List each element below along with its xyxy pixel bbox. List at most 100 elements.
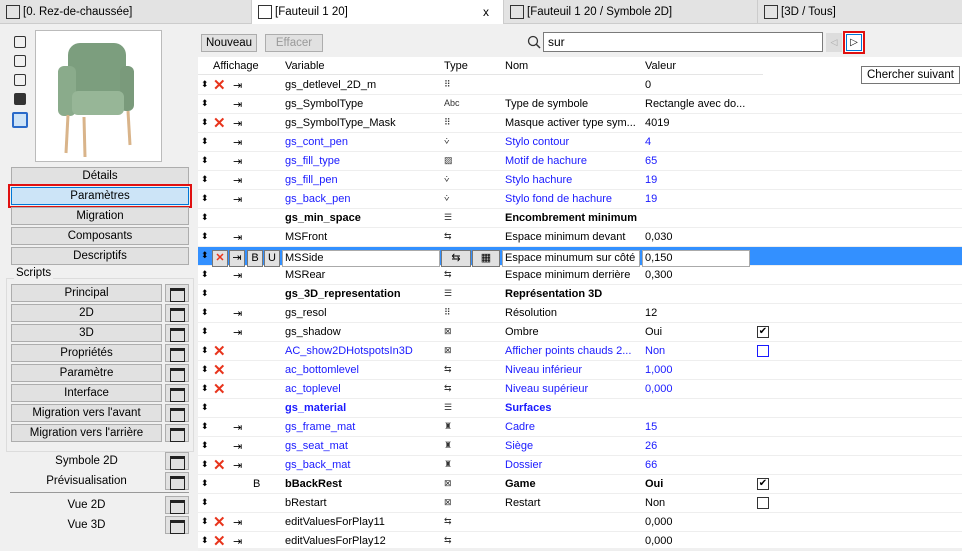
delete-button[interactable]: Effacer [265,34,323,52]
type-length-icon[interactable]: ⇆ [444,516,452,527]
parameter-value[interactable]: 0,300 [645,269,673,281]
table-row[interactable]: ⬍ gs_material ☰ Surfaces [198,399,962,418]
script-button[interactable]: Prévisualisation [11,472,162,490]
reorder-arrows-icon[interactable]: ⬍ [201,497,209,508]
cube-icon[interactable] [14,93,26,105]
type-mat-icon[interactable]: ♜ [444,421,452,432]
parameter-value[interactable]: 19 [645,193,657,205]
parameter-value[interactable]: 4 [645,136,651,148]
table-row[interactable]: ⬍ bRestart ⊠ Restart Non [198,494,962,513]
tab-symbol-2d[interactable]: [Fauteuil 1 20 / Symbole 2D] [504,0,758,24]
reorder-arrows-icon[interactable]: ⬍ [201,459,209,470]
script-button[interactable]: Paramètre [11,364,162,382]
reorder-arrows-icon[interactable]: ⬍ [201,421,209,432]
indent-icon[interactable]: ⇥ [233,193,242,206]
parameter-value[interactable]: 0,000 [645,516,673,528]
script-button[interactable]: 3D [11,324,162,342]
hide-icon[interactable]: ✕ [213,342,226,360]
reorder-arrows-icon[interactable]: ⬍ [201,98,209,109]
reorder-arrows-icon[interactable]: ⬍ [201,326,209,337]
view-button[interactable]: Vue 2D [11,496,162,514]
table-row[interactable]: ⬍ ⇥ gs_resol ⠿ Résolution 12 [198,304,962,323]
open-window-button[interactable] [165,324,189,342]
table-row[interactable]: ⬍ ⇥ gs_fill_type ▨ Motif de hachure 65 [198,152,962,171]
reorder-arrows-icon[interactable]: ⬍ [201,440,209,451]
table-row[interactable]: ⬍ ✕ ⇥ B U MSSide ⇆ ▦ Espace minumum sur côté 0,15… [198,247,962,267]
type-title-icon[interactable]: ☰ [444,402,452,413]
open-window-button[interactable] [165,424,189,442]
table-row[interactable]: ⬍ ✕ ⇥ gs_SymbolType_Mask ⠿ Masque activer typ… [198,114,962,133]
parameter-value[interactable]: Oui [645,326,662,338]
elevation-view-icon[interactable] [14,74,26,86]
reorder-arrows-icon[interactable]: ⬍ [201,136,209,147]
hide-icon[interactable]: ✕ [213,532,226,550]
type-title-icon[interactable]: ☰ [444,288,452,299]
underline-toggle[interactable]: U [264,250,280,267]
open-window-button[interactable] [165,452,189,470]
indent-icon[interactable]: ⇥ [233,326,242,339]
value-checkbox[interactable]: ✔ [757,478,769,490]
reorder-arrows-icon[interactable]: ⬍ [201,345,209,356]
col-value[interactable]: Valeur [645,60,676,72]
open-window-button[interactable] [165,284,189,302]
type-abc-icon[interactable]: Abc [444,98,460,108]
open-window-button[interactable] [165,384,189,402]
type-pen-icon[interactable]: ⩒ [444,174,449,185]
reorder-arrows-icon[interactable]: ⬍ [201,155,209,166]
table-row[interactable]: ⬍ ⇥ gs_fill_pen ⩒ Stylo hachure 19 [198,171,962,190]
type-title-icon[interactable]: ☰ [444,212,452,223]
parameter-value[interactable]: 0,000 [645,535,673,547]
script-button[interactable]: Principal [11,284,162,302]
parameter-value[interactable]: 1,000 [645,364,673,376]
hide-icon[interactable]: ✕ [213,513,226,531]
hide-icon[interactable]: ✕ [213,361,226,379]
parameter-value[interactable]: 12 [645,307,657,319]
parameter-value[interactable]: 15 [645,421,657,433]
reorder-arrows-icon[interactable]: ⬍ [201,79,209,90]
indent-toggle[interactable]: ⇥ [229,250,245,267]
table-row[interactable]: ⬍ ✕ AC_show2DHotspotsIn3D ⊠ Afficher points … [198,342,962,361]
reorder-arrows-icon[interactable]: ⬍ [201,307,209,318]
indent-icon[interactable]: ⇥ [233,155,242,168]
reorder-arrows-icon[interactable]: ⬍ [201,478,209,489]
table-row[interactable]: ⬍ ✕ ⇥ gs_detlevel_2D_m ⠿ 0 [198,76,962,95]
indent-icon[interactable]: ⇥ [233,117,242,130]
parameter-value[interactable]: Oui [645,478,663,490]
indent-icon[interactable]: ⇥ [233,440,242,453]
open-window-button[interactable] [165,496,189,514]
script-button[interactable]: Propriétés [11,344,162,362]
list-view-icon[interactable] [12,112,28,128]
script-button[interactable]: Migration vers l'avant [11,404,162,422]
hide-icon[interactable]: ✕ [213,114,226,132]
tab-floor-plan[interactable]: [0. Rez-de-chaussée] [0,0,252,24]
name-input[interactable]: Espace minumum sur côté [502,250,640,267]
new-button[interactable]: Nouveau [201,34,258,52]
table-row[interactable]: ⬍ ⇥ gs_frame_mat ♜ Cadre 15 [198,418,962,437]
view-button[interactable]: Vue 3D [11,516,162,534]
table-row[interactable]: ⬍ ✕ ac_toplevel ⇆ Niveau supérieur 0,000 [198,380,962,399]
indent-icon[interactable]: ⇥ [233,136,242,149]
find-previous-button[interactable]: ◁ [826,33,842,52]
parameter-value[interactable]: 19 [645,174,657,186]
open-window-button[interactable] [165,404,189,422]
parameter-value[interactable]: 4019 [645,117,669,129]
parameter-value[interactable]: 66 [645,459,657,471]
type-pen-icon[interactable]: ⩒ [444,136,449,147]
delete-toggle[interactable]: ✕ [212,250,228,267]
type-int-icon[interactable]: ⠿ [444,117,451,128]
reorder-arrows-icon[interactable]: ⬍ [201,402,209,413]
table-row[interactable]: ⬍ ⇥ gs_shadow ⊠ Ombre Oui ✔ [198,323,962,342]
open-window-button[interactable] [165,472,189,490]
table-row[interactable]: ⬍ ✕ ac_bottomlevel ⇆ Niveau inférieur 1,000 [198,361,962,380]
table-row[interactable]: ⬍ ✕ ⇥ editValuesForPlay12 ⇆ 0,000 [198,532,962,551]
indent-icon[interactable]: ⇥ [233,459,242,472]
reorder-arrows-icon[interactable]: ⬍ [201,193,209,204]
parameters-button[interactable]: Paramètres [8,184,192,208]
indent-icon[interactable]: ⇥ [233,516,242,529]
value-checkbox[interactable] [757,345,769,357]
reorder-arrows-icon[interactable]: ⬍ [201,174,209,185]
type-length-icon[interactable]: ⇆ [444,269,452,280]
col-type[interactable]: Type [444,60,468,72]
value-input[interactable]: 0,150 [642,250,750,267]
variable-input[interactable]: MSSide [282,250,440,267]
